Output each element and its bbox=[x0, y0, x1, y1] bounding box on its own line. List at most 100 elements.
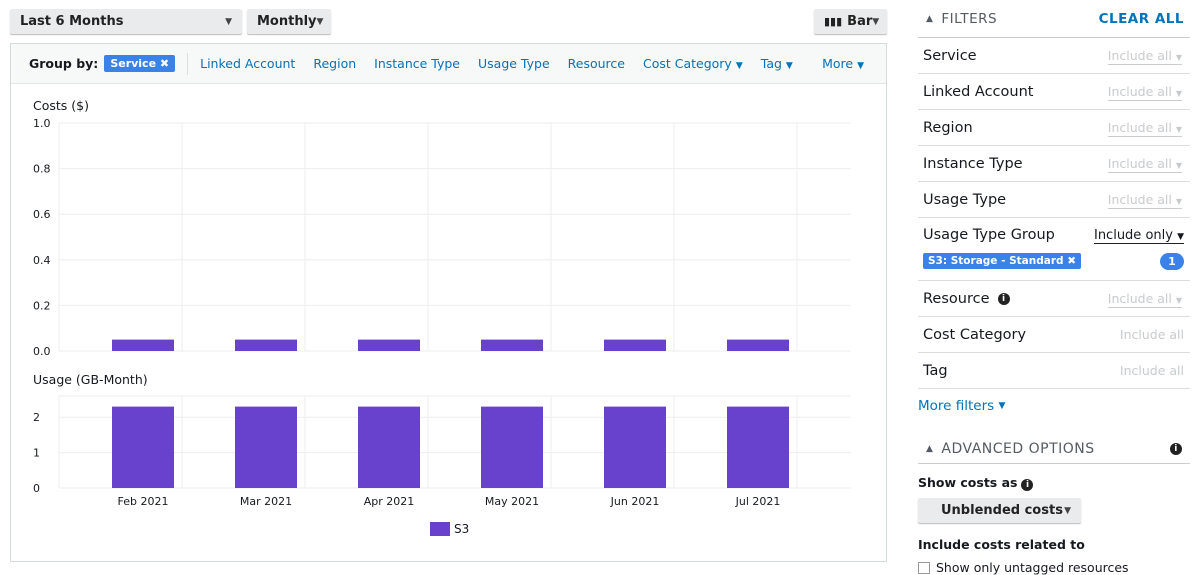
filter-label: Usage Type Group bbox=[923, 227, 1055, 243]
collapse-icon[interactable]: ▲ bbox=[926, 14, 933, 24]
date-range-value: Last 6 Months bbox=[20, 14, 124, 29]
filter-value-dropdown[interactable]: Include all ▼ bbox=[1107, 48, 1182, 65]
untagged-label: Show only untagged resources bbox=[936, 560, 1129, 575]
x-tick-label: Feb 2021 bbox=[118, 495, 169, 508]
filter-value-dropdown[interactable]: Include all ▼ bbox=[1107, 291, 1182, 308]
bar-mar-2021 bbox=[235, 406, 297, 488]
filter-row[interactable]: Instance Type Include all ▼ bbox=[918, 146, 1190, 182]
filter-row[interactable]: Service Include all ▼ bbox=[918, 38, 1190, 74]
filter-row[interactable]: Usage Type Include all ▼ bbox=[918, 182, 1190, 218]
advanced-title: ADVANCED OPTIONS bbox=[941, 440, 1095, 457]
filter-value-dropdown[interactable]: Include all ▼ bbox=[1107, 84, 1182, 101]
filter-tag[interactable]: Tag Include all bbox=[918, 353, 1190, 389]
filter-value-dropdown[interactable]: Include all ▼ bbox=[1107, 156, 1182, 173]
bar-jun-2021 bbox=[604, 406, 666, 488]
filter-value: Include all bbox=[1107, 120, 1172, 135]
chevron-down-icon: ▼ bbox=[1177, 232, 1184, 242]
info-icon[interactable]: i bbox=[1021, 479, 1034, 491]
filter-label: Service bbox=[923, 47, 977, 64]
cost-type-value: Unblended costs bbox=[941, 503, 1063, 518]
y-tick-label: 1 bbox=[33, 447, 40, 460]
filter-label: Resource bbox=[923, 290, 990, 307]
chevron-down-icon: ▼ bbox=[1175, 53, 1182, 62]
filter-label: Tag bbox=[923, 362, 948, 379]
filters-header: ▲ FILTERS CLEAR ALL bbox=[918, 0, 1190, 38]
checkbox[interactable] bbox=[918, 561, 930, 574]
cost-type-dropdown[interactable]: Unblended costs ▼ bbox=[918, 498, 1081, 523]
filter-label: Usage Type bbox=[923, 191, 1007, 208]
show-costs-as-text: Show costs as bbox=[918, 475, 1018, 490]
y-tick-label: 0.8 bbox=[33, 163, 51, 176]
close-icon[interactable]: ✖ bbox=[1067, 255, 1076, 267]
advanced-options-header[interactable]: ▲ ADVANCED OPTIONS i bbox=[918, 434, 1190, 464]
bar-chart-icon: ▮▮▮ bbox=[824, 15, 843, 28]
y-tick-label: 0.2 bbox=[33, 299, 51, 312]
filter-count-badge: 1 bbox=[1160, 253, 1184, 270]
legend-swatch bbox=[430, 522, 450, 536]
granularity-value: Monthly bbox=[257, 14, 317, 29]
bar-feb-2021 bbox=[112, 406, 174, 488]
collapse-icon[interactable]: ▲ bbox=[926, 444, 933, 454]
chevron-down-icon: ▼ bbox=[872, 16, 880, 27]
filter-label: Region bbox=[923, 119, 973, 136]
y-axis-title: Usage (GB-Month) bbox=[33, 372, 148, 387]
more-filters-link[interactable]: More filters ▼ bbox=[918, 389, 1190, 423]
filter-row[interactable]: Linked Account Include all ▼ bbox=[918, 74, 1190, 110]
more-filters-label: More filters bbox=[918, 398, 995, 414]
chevron-down-icon: ▼ bbox=[1175, 296, 1182, 305]
x-tick-label: Mar 2021 bbox=[240, 495, 292, 508]
untagged-checkbox-row[interactable]: Show only untagged resources bbox=[918, 560, 1190, 575]
chevron-down-icon: ▼ bbox=[1175, 161, 1182, 170]
clear-all-button[interactable]: CLEAR ALL bbox=[1099, 11, 1184, 27]
info-icon[interactable]: i bbox=[1170, 442, 1182, 455]
filter-value: Include all bbox=[1107, 192, 1172, 207]
filter-mode-dropdown[interactable]: Include only ▼ bbox=[1093, 228, 1184, 244]
filter-value: Include all bbox=[1107, 84, 1172, 99]
bar-may-2021 bbox=[481, 406, 543, 488]
chart-panel: Group by: Service ✖ Linked Account Regio… bbox=[10, 43, 887, 562]
bar-apr-2021 bbox=[358, 406, 420, 488]
filter-row[interactable]: Region Include all ▼ bbox=[918, 110, 1190, 146]
bar-apr-2021 bbox=[358, 339, 420, 351]
chart-type-dropdown[interactable]: ▮▮▮ Bar ▼ bbox=[814, 9, 887, 34]
filter-usage-type-group[interactable]: Usage Type Group Include only ▼ S3: Stor… bbox=[918, 218, 1190, 281]
bar-mar-2021 bbox=[235, 339, 297, 351]
show-costs-as-label: Show costs as i bbox=[918, 475, 1190, 491]
y-tick-label: 0.6 bbox=[33, 208, 51, 221]
filter-label: Instance Type bbox=[923, 155, 1023, 172]
date-range-dropdown[interactable]: Last 6 Months ▼ bbox=[10, 9, 242, 34]
chevron-down-icon: ▼ bbox=[316, 16, 324, 27]
y-tick-label: 1.0 bbox=[33, 117, 51, 130]
filter-label: Linked Account bbox=[923, 83, 1034, 100]
legend-label: S3 bbox=[454, 522, 469, 536]
filter-chip[interactable]: S3: Storage - Standard ✖ bbox=[923, 253, 1081, 269]
chart-type-value: Bar bbox=[847, 14, 873, 29]
filter-value: Include all bbox=[1107, 156, 1172, 171]
filter-mode-value: Include only bbox=[1093, 228, 1173, 243]
granularity-dropdown[interactable]: Monthly ▼ bbox=[247, 9, 331, 34]
filter-resource[interactable]: Resource i Include all ▼ bbox=[918, 281, 1190, 317]
info-icon[interactable]: i bbox=[997, 292, 1010, 305]
cost-usage-chart: Costs ($) 0.0 0.2 0.4 0.6 0.8 1.0 Usage (GB-Mon… bbox=[33, 98, 851, 536]
x-tick-label: May 2021 bbox=[485, 495, 539, 508]
chevron-down-icon: ▼ bbox=[998, 401, 1006, 411]
x-tick-label: Apr 2021 bbox=[364, 495, 415, 508]
filters-title: FILTERS bbox=[941, 10, 998, 27]
chevron-down-icon: ▼ bbox=[1175, 125, 1182, 134]
y-tick-label: 0.0 bbox=[33, 345, 51, 358]
bar-feb-2021 bbox=[112, 339, 174, 351]
bar-jun-2021 bbox=[604, 339, 666, 351]
y-tick-label: 2 bbox=[33, 411, 40, 424]
filter-label: Cost Category bbox=[923, 326, 1027, 343]
filters-sidebar: ▲ FILTERS CLEAR ALL Service Include all ▼ Li… bbox=[918, 0, 1190, 575]
filter-value-dropdown[interactable]: Include all ▼ bbox=[1107, 120, 1182, 137]
bar-may-2021 bbox=[481, 339, 543, 351]
y-tick-label: 0.4 bbox=[33, 254, 51, 267]
chevron-down-icon: ▼ bbox=[225, 16, 232, 27]
filter-value-dropdown[interactable]: Include all ▼ bbox=[1107, 192, 1182, 209]
chevron-down-icon: ▼ bbox=[1064, 505, 1071, 516]
filter-cost-category[interactable]: Cost Category Include all bbox=[918, 317, 1190, 353]
filter-chip-label: S3: Storage - Standard bbox=[928, 255, 1064, 267]
filter-value: Include all bbox=[1119, 363, 1184, 378]
y-tick-label: 0 bbox=[33, 482, 40, 495]
